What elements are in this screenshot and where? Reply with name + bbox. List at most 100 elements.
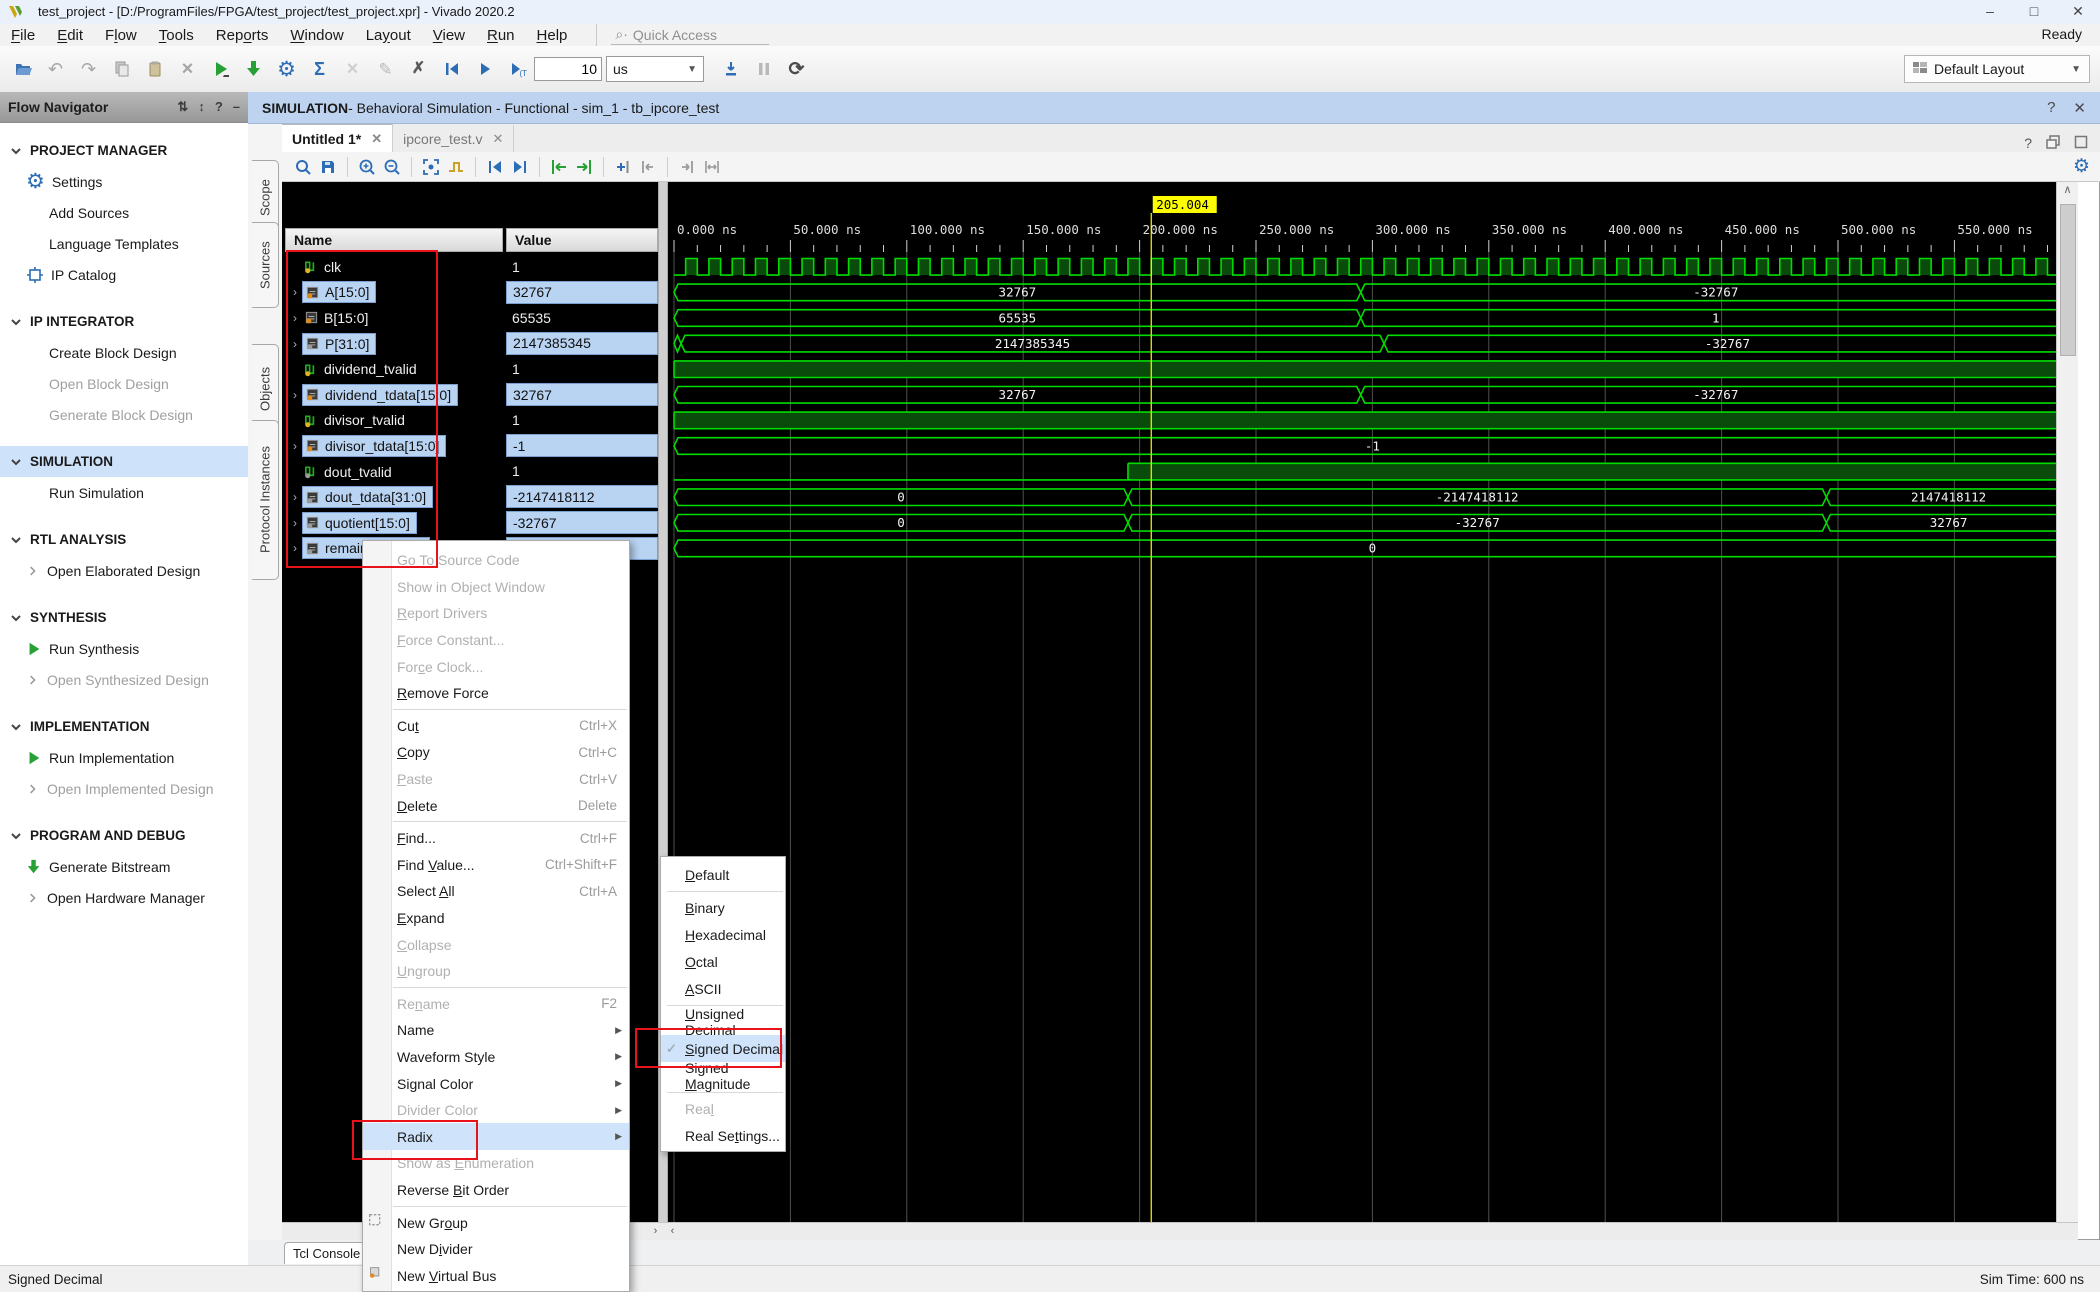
menu-item-name[interactable]: Name▶ (363, 1017, 629, 1044)
menu-window[interactable]: Window (279, 25, 354, 46)
settings-gear-icon[interactable]: ⚙ (270, 54, 303, 84)
scroll-up-icon[interactable]: ∧ (2057, 182, 2078, 198)
run-all-icon[interactable] (468, 54, 501, 84)
side-tab-sources[interactable]: Sources (252, 222, 279, 308)
flownav-item-open-block-design[interactable]: Open Block Design (0, 368, 248, 399)
radix-option-hexadecimal[interactable]: Hexadecimal (661, 921, 785, 948)
radix-option-octal[interactable]: Octal (661, 948, 785, 975)
flownav-section-rtl-analysis[interactable]: RTL ANALYSIS (0, 524, 248, 555)
menu-item-find[interactable]: Find...Ctrl+F (363, 825, 629, 852)
flownav-section-synthesis[interactable]: SYNTHESIS (0, 602, 248, 633)
flownav-item-run-simulation[interactable]: Run Simulation (0, 477, 248, 508)
tab-ipcore-test-v[interactable]: ipcore_test.v✕ (393, 125, 514, 152)
cancel-icon[interactable]: × (336, 54, 369, 84)
flownav-item-open-implemented-design[interactable]: Open Implemented Design (0, 773, 248, 804)
go-to-time-icon[interactable] (447, 158, 465, 176)
flownav-item-generate-bitstream[interactable]: Generate Bitstream (0, 851, 248, 882)
menu-item-copy[interactable]: CopyCtrl+C (363, 739, 629, 766)
restart-icon[interactable] (435, 54, 468, 84)
help-icon[interactable]: ? (2024, 135, 2032, 152)
menu-item-show-in-object-window[interactable]: Show in Object Window (363, 574, 629, 601)
radix-option-signed-magnitude[interactable]: Signed Magnitude (661, 1062, 785, 1089)
menu-item-go-to-source-code[interactable]: Go To Source Code (363, 547, 629, 574)
flownav-item-open-elaborated-design[interactable]: Open Elaborated Design (0, 555, 248, 586)
menu-flow[interactable]: Flow (94, 25, 148, 46)
radix-option-binary[interactable]: Binary (661, 894, 785, 921)
side-tab-protocol-instances[interactable]: Protocol Instances (252, 420, 279, 580)
menu-item-expand[interactable]: Expand (363, 905, 629, 932)
go-to-end-icon[interactable] (511, 158, 529, 176)
edit-pencil-icon[interactable]: ✎ (369, 54, 402, 84)
expand-icon[interactable]: › (288, 516, 302, 530)
collapse-all-icon[interactable]: ⇅ (177, 99, 188, 115)
menu-item-signal-color[interactable]: Signal Color▶ (363, 1070, 629, 1097)
menu-item-show-as-enumeration[interactable]: Show as Enumeration (363, 1150, 629, 1177)
menu-item-paste[interactable]: PasteCtrl+V (363, 766, 629, 793)
scroll-left-icon[interactable]: ‹ (665, 1224, 680, 1238)
expand-icon[interactable]: › (288, 541, 302, 555)
radix-option-unsigned-decimal[interactable]: Unsigned Decimal (661, 1008, 785, 1035)
flownav-item-settings[interactable]: ⚙Settings (0, 166, 248, 197)
program-device-icon[interactable] (237, 54, 270, 84)
menu-item-new-group[interactable]: New Group (363, 1209, 629, 1236)
save-icon[interactable] (319, 158, 337, 176)
expand-icon[interactable]: › (288, 388, 302, 402)
step-icon[interactable] (714, 54, 747, 84)
flownav-item-create-block-design[interactable]: Create Block Design (0, 337, 248, 368)
waveform-plot[interactable]: 0.000 ns50.000 ns100.000 ns150.000 ns200… (668, 182, 2078, 1222)
radix-option-ascii[interactable]: ASCII (661, 975, 785, 1002)
undo-icon[interactable]: ↶ (39, 54, 72, 84)
menu-item-find-value[interactable]: Find Value...Ctrl+Shift+F (363, 852, 629, 879)
minimize-button[interactable]: – (1968, 0, 2012, 24)
go-to-start-icon[interactable] (486, 158, 504, 176)
vertical-scrollbar[interactable]: ∧ (2056, 182, 2078, 1222)
menu-item-cut[interactable]: CutCtrl+X (363, 713, 629, 740)
menu-item-remove-force[interactable]: Remove Force (363, 680, 629, 707)
run-time-input[interactable] (534, 57, 602, 81)
menu-reports[interactable]: Reports (205, 25, 280, 46)
radix-option-default[interactable]: Default (661, 861, 785, 888)
next-transition-icon[interactable] (575, 158, 593, 176)
open-recent-icon[interactable] (6, 54, 39, 84)
menu-item-collapse[interactable]: Collapse (363, 931, 629, 958)
flownav-section-project-manager[interactable]: PROJECT MANAGER (0, 135, 248, 166)
quick-access[interactable]: ⌕· Quick Access (596, 24, 769, 46)
breakpoint-icon[interactable]: ✗ (402, 54, 435, 84)
tab-untitled-1-[interactable]: Untitled 1*✕ (282, 124, 393, 152)
help-icon[interactable]: ? (2047, 99, 2055, 117)
menu-item-force-constant[interactable]: Force Constant... (363, 627, 629, 654)
menu-item-radix[interactable]: Radix▶ (363, 1123, 629, 1150)
menu-item-ungroup[interactable]: Ungroup (363, 958, 629, 985)
maximize-panel-icon[interactable] (2074, 135, 2088, 152)
swap-right-icon[interactable] (678, 158, 696, 176)
expand-icon[interactable]: › (288, 311, 302, 325)
flownav-section-implementation[interactable]: IMPLEMENTATION (0, 711, 248, 742)
signal-row[interactable]: clk (288, 254, 502, 280)
copy-icon[interactable] (105, 54, 138, 84)
menu-item-delete[interactable]: DeleteDelete (363, 792, 629, 819)
radix-option-real-settings[interactable]: Real Settings... (661, 1122, 785, 1149)
radix-option-real[interactable]: Real (661, 1095, 785, 1122)
flownav-item-ip-catalog[interactable]: IP Catalog (0, 259, 248, 290)
menu-item-new-virtual-bus[interactable]: New Virtual Bus (363, 1262, 629, 1289)
zoom-in-icon[interactable] (358, 158, 376, 176)
fit-width-icon[interactable] (703, 158, 721, 176)
close-button[interactable]: ✕ (2056, 0, 2100, 24)
signal-row[interactable]: ›A[15:0] (288, 280, 502, 306)
close-icon[interactable]: ✕ (371, 131, 382, 147)
menu-item-reverse-bit-order[interactable]: Reverse Bit Order (363, 1177, 629, 1204)
relaunch-icon[interactable]: ⟳ (780, 54, 813, 84)
menu-tools[interactable]: Tools (148, 25, 205, 46)
close-icon[interactable]: ✕ (493, 131, 504, 147)
expand-icon[interactable]: › (288, 439, 302, 453)
close-panel-icon[interactable]: ✕ (2073, 99, 2086, 117)
time-unit-select[interactable]: us ▼ (606, 56, 704, 82)
expand-all-icon[interactable]: ↕ (198, 99, 205, 115)
layout-selector[interactable]: Default Layout ▼ (1904, 55, 2090, 83)
menu-item-rename[interactable]: RenameF2 (363, 991, 629, 1018)
help-icon[interactable]: ? (215, 99, 223, 115)
menu-help[interactable]: Help (526, 25, 579, 46)
menu-layout[interactable]: Layout (355, 25, 422, 46)
menu-item-report-drivers[interactable]: Report Drivers (363, 600, 629, 627)
signal-row[interactable]: ›P[31:0] (288, 331, 502, 357)
